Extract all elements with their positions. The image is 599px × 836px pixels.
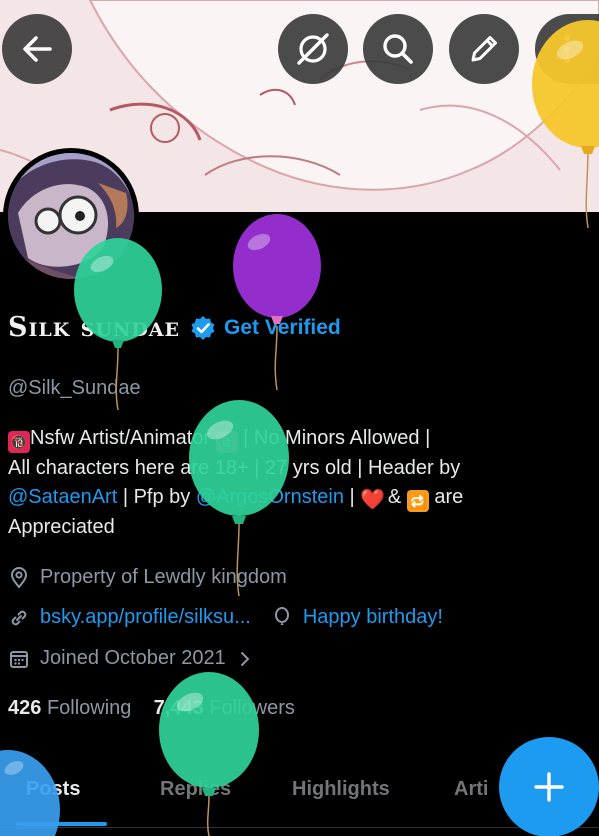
website-link[interactable]: bsky.app/profile/silksu... — [40, 606, 251, 629]
tabs-divider — [0, 827, 599, 828]
birthday-link[interactable]: Happy birthday! — [303, 606, 443, 629]
purple-balloon — [233, 214, 321, 390]
pencil-icon — [471, 36, 497, 62]
profile-bio: 🔞Nsfw Artist/Animator 🔞 | No Minors Allo… — [8, 424, 593, 542]
tab-highlights[interactable]: Highlights — [292, 778, 390, 801]
website-row: bsky.app/profile/silksu... Happy birthda… — [8, 606, 443, 629]
green-balloon-3 — [159, 672, 259, 836]
no-minors-emoji: 🔞 — [8, 431, 30, 453]
heart-emoji: ❤️ — [360, 489, 386, 511]
location-pin-icon — [8, 566, 30, 589]
joined-row[interactable]: Joined October 2021 — [8, 647, 266, 670]
plus-icon — [534, 772, 564, 802]
bio-text: Nsfw Artist/Animator — [30, 427, 211, 449]
balloon-icon — [271, 606, 293, 629]
blue-balloon — [0, 750, 60, 836]
bio-text: & — [387, 486, 402, 508]
following-count: 426 — [8, 697, 42, 719]
joined-text: Joined October 2021 — [40, 647, 226, 669]
bio-text: | — [349, 486, 355, 508]
retweet-emoji: 🔁 — [406, 490, 429, 512]
calendar-icon — [8, 648, 30, 670]
verified-badge-icon — [191, 315, 215, 340]
bio-text: | Pfp by — [122, 486, 191, 508]
bio-line-4: Appreciated — [8, 515, 115, 538]
arrow-left-icon — [23, 36, 52, 62]
chevron-right-icon — [234, 648, 256, 670]
mention-link-sataenart[interactable]: @SataenArt — [8, 486, 117, 508]
grok-button[interactable] — [278, 14, 348, 84]
tab-articles[interactable]: Arti — [454, 778, 488, 801]
yellow-balloon — [532, 20, 599, 228]
search-icon — [383, 34, 413, 64]
bio-line-1: 🔞Nsfw Artist/Animator 🔞 | No Minors Allo… — [8, 424, 593, 454]
edit-button[interactable] — [449, 14, 519, 84]
green-balloon-2 — [189, 400, 289, 596]
grok-icon — [297, 33, 329, 65]
bio-text: are — [434, 486, 464, 508]
back-button[interactable] — [2, 14, 72, 84]
bio-line-3: @SataenArt | Pfp by @ArgosOrnstein | ❤️ … — [8, 483, 593, 513]
bio-line-2: All characters here are 18+ | 27 yrs old… — [8, 456, 461, 479]
following-label: Following — [46, 697, 132, 719]
compose-button[interactable] — [499, 737, 599, 836]
green-balloon-1 — [74, 238, 162, 410]
link-icon — [8, 607, 30, 629]
search-button[interactable] — [363, 14, 433, 84]
following-link[interactable]: 426 Following — [8, 697, 131, 719]
